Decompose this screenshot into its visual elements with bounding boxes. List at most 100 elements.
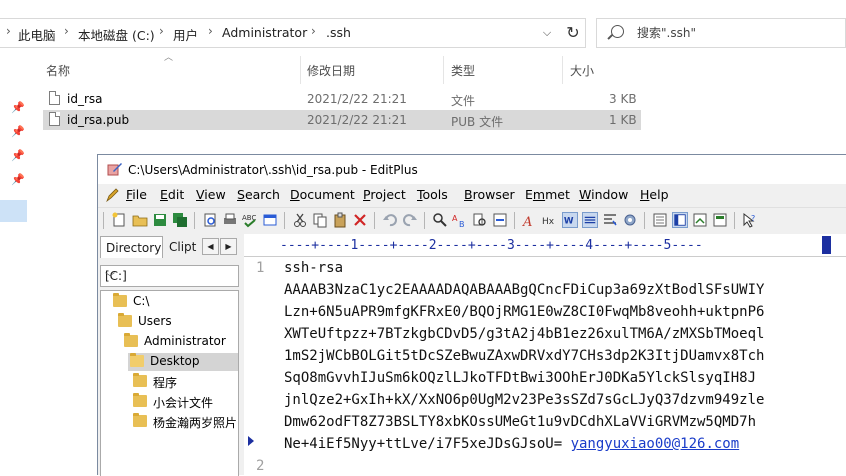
pin-icon[interactable]: 📌 [11, 102, 25, 113]
tab-cliptext[interactable]: Clipt [164, 238, 200, 258]
replace-icon[interactable]: AB [452, 212, 468, 228]
refresh-icon[interactable]: ↻ [560, 18, 586, 48]
file-row-id-rsa-pub[interactable]: id_rsa.pub 2021/2/22 21:21 PUB 文件 1 KB [43, 110, 641, 130]
open-folder-icon[interactable] [132, 212, 148, 228]
column-header-name[interactable]: 名称 [46, 62, 70, 79]
text-editor[interactable]: 1 2 ssh-rsa AAAAB3NzaC1yc2EAAAADAQABAAAB… [244, 257, 846, 476]
line-number-icon[interactable] [602, 212, 618, 228]
column-header-size[interactable]: 大小 [570, 62, 594, 79]
file-date: 2021/2/22 21:21 [307, 113, 407, 127]
tree-item-c-root[interactable]: C:\ [113, 293, 233, 311]
print-icon[interactable] [222, 212, 238, 228]
font-icon[interactable]: A [522, 212, 538, 228]
tree-item-folder[interactable]: 小会计文件 [133, 393, 238, 411]
pin-icon[interactable]: 📌 [11, 126, 25, 137]
nav-item-selected[interactable] [0, 200, 27, 222]
search-input[interactable] [635, 25, 839, 41]
breadcrumb-this-pc[interactable]: 此电脑 [18, 25, 56, 44]
delete-icon[interactable] [352, 212, 368, 228]
column-divider[interactable] [443, 56, 444, 84]
line-number-gutter: 1 2 [244, 257, 280, 476]
file-date: 2021/2/22 21:21 [307, 92, 407, 106]
search-box[interactable] [596, 18, 846, 48]
code-line: XWTeUftpzz+7BTzkgbCDvD5/g3tA2j4bB1ez26xu… [284, 326, 765, 342]
column-divider[interactable] [300, 56, 301, 84]
menu-document[interactable]: Document [290, 187, 355, 202]
menu-window[interactable]: Window [579, 187, 628, 202]
column-header-type[interactable]: 类型 [451, 62, 475, 79]
cut-icon[interactable] [292, 212, 308, 228]
directory-window-icon[interactable] [672, 212, 688, 228]
save-all-icon[interactable] [172, 212, 188, 228]
browser-preview-icon[interactable] [262, 212, 278, 228]
code-line: SqO8mGvvhIJuSm6kOQzlLJkoTFDtBwi3OOhErJ0D… [284, 370, 757, 386]
find-icon[interactable] [432, 212, 448, 228]
svg-text:A: A [522, 215, 532, 228]
ruler-icon[interactable] [582, 212, 598, 228]
menu-view[interactable]: View [196, 187, 226, 202]
file-size: 1 KB [609, 113, 637, 127]
column-divider[interactable] [562, 56, 563, 84]
menu-bar: File Edit View Search Document Project T… [98, 184, 846, 206]
spell-check-icon[interactable]: ABC [242, 212, 258, 228]
file-name: id_rsa [67, 92, 103, 106]
menu-edit[interactable]: Edit [160, 187, 184, 202]
menu-project[interactable]: Project [363, 187, 406, 202]
breadcrumb-ssh[interactable]: .ssh [326, 25, 351, 40]
tree-item-folder[interactable]: 杨金瀚两岁照片 [133, 413, 238, 431]
tab-scroll-left-icon[interactable]: ◀ [202, 238, 219, 255]
paste-icon[interactable] [332, 212, 348, 228]
undo-icon[interactable] [382, 212, 398, 228]
new-file-icon[interactable] [111, 212, 127, 228]
menu-emmet[interactable]: Emmet [525, 187, 570, 202]
email-link[interactable]: yangyuxiao00@126.com [571, 436, 740, 452]
cliptext-window-icon[interactable] [712, 212, 728, 228]
code-line: Dmw62odFT8Z73BSLTY8xbKOssUMeGt1u9vDCdhXL… [284, 414, 757, 430]
window-list-icon[interactable] [652, 212, 668, 228]
editplus-window[interactable]: C:\Users\Administrator\.ssh\id_rsa.pub -… [97, 154, 846, 476]
file-size: 3 KB [609, 92, 637, 106]
save-icon[interactable] [152, 212, 168, 228]
breadcrumb-users[interactable]: 用户 [173, 25, 198, 44]
column-ruler: ----+----1----+----2----+----3----+----4… [244, 234, 846, 257]
menu-browser[interactable]: Browser [464, 187, 515, 202]
folder-icon [133, 393, 147, 407]
title-bar[interactable]: C:\Users\Administrator\.ssh\id_rsa.pub -… [98, 155, 846, 184]
tree-item-users[interactable]: Users [118, 313, 238, 331]
chevron-right-icon: › [6, 24, 11, 38]
svg-text:Hx: Hx [542, 217, 555, 227]
drive-select[interactable]: [C:] ﹀ [100, 265, 239, 287]
tab-scroll-right-icon[interactable]: ▶ [220, 238, 237, 255]
svg-text:B: B [459, 220, 465, 228]
pin-icon[interactable]: 📌 [11, 150, 25, 161]
svg-text:W: W [564, 217, 574, 227]
breadcrumb-administrator[interactable]: Administrator [222, 25, 307, 40]
print-preview-icon[interactable] [202, 212, 218, 228]
file-row-id-rsa[interactable]: id_rsa 2021/2/22 21:21 文件 3 KB [43, 89, 641, 109]
tab-directory[interactable]: Directory [100, 236, 163, 258]
tree-item-folder[interactable]: 程序 [133, 373, 238, 391]
pin-icon[interactable]: 📌 [11, 174, 25, 185]
folder-icon [133, 373, 147, 387]
code-line: 1mS2jWCbBOLGit5tDcSZeBwuZAxwDRVxdY7CHs3d… [284, 348, 765, 364]
settings-gear-icon[interactable] [622, 212, 638, 228]
address-dropdown-icon[interactable]: ⌵ [537, 18, 557, 48]
help-icon[interactable]: ? [742, 212, 758, 228]
editplus-app-icon [107, 163, 122, 176]
column-header-date[interactable]: 修改日期 [307, 62, 355, 79]
breadcrumb-local-disk[interactable]: 本地磁盘 (C:) [78, 25, 155, 44]
menu-search[interactable]: Search [237, 187, 280, 202]
redo-icon[interactable] [402, 212, 418, 228]
copy-icon[interactable] [312, 212, 328, 228]
output-window-icon[interactable] [692, 212, 708, 228]
menu-tools[interactable]: Tools [417, 187, 448, 202]
menu-file[interactable]: File [126, 187, 147, 202]
address-bar[interactable]: › 此电脑 › 本地磁盘 (C:) › 用户 › Administrator ›… [0, 18, 586, 48]
goto-line-icon[interactable] [492, 212, 508, 228]
hex-view-icon[interactable]: Hx [542, 212, 558, 228]
tree-item-desktop[interactable]: Desktop [128, 353, 238, 371]
word-wrap-icon[interactable]: W [562, 212, 578, 228]
find-in-files-icon[interactable] [472, 212, 488, 228]
menu-help[interactable]: Help [640, 187, 669, 202]
tree-item-administrator[interactable]: Administrator [124, 333, 238, 351]
